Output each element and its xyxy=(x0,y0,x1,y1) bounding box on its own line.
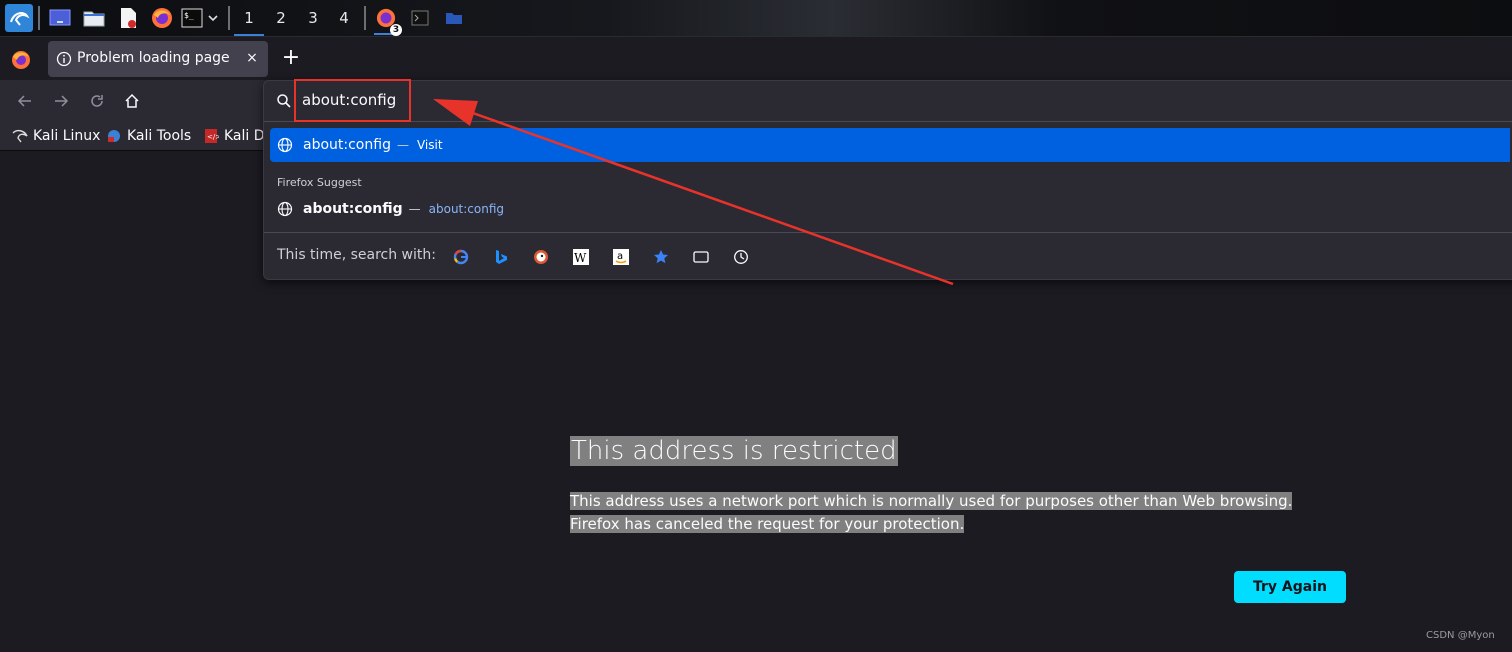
suggestion-action: Visit xyxy=(416,138,443,152)
workspace-1[interactable]: 1 xyxy=(234,0,264,36)
window-count-badge: 3 xyxy=(390,24,402,36)
globe-icon xyxy=(277,201,293,217)
firefox-icon[interactable] xyxy=(150,6,174,30)
bookmark-kali-linux[interactable]: Kali Linux xyxy=(12,126,100,146)
suggestion-separator: — xyxy=(396,138,409,152)
kali-menu-icon[interactable] xyxy=(5,4,33,32)
duckduckgo-icon[interactable] xyxy=(533,249,549,265)
tabs-icon[interactable] xyxy=(693,249,709,265)
error-line-2: Firefox has canceled the request for you… xyxy=(570,515,965,533)
search-icon xyxy=(276,93,292,109)
workspace-2[interactable]: 2 xyxy=(266,0,296,36)
desktop-icon[interactable] xyxy=(48,6,72,30)
bookmark-label: Kali Do xyxy=(224,128,263,144)
taskbar-separator xyxy=(364,6,366,30)
forward-icon[interactable] xyxy=(50,90,72,112)
file-manager-icon[interactable] xyxy=(82,6,106,30)
suggestion-title: about:config xyxy=(303,201,403,217)
firefox-window-icon[interactable]: 3 xyxy=(374,3,402,36)
search-with-label: This time, search with: xyxy=(277,247,436,263)
tab-title: Problem loading page xyxy=(77,50,230,66)
svg-text:$_: $_ xyxy=(184,11,194,20)
svg-text:</>: </> xyxy=(207,133,219,141)
bookmark-label: Kali Tools xyxy=(127,128,192,144)
suggestion-url: about:config xyxy=(428,202,505,216)
watermark: CSDN @Myon⁦ xyxy=(1426,630,1495,641)
taskbar-separator xyxy=(228,6,230,30)
folder-window-icon[interactable] xyxy=(442,6,466,30)
firefox-view-icon[interactable] xyxy=(8,47,34,73)
taskbar-separator xyxy=(38,6,40,30)
terminal-window-icon[interactable] xyxy=(408,6,432,30)
section-label: Firefox Suggest xyxy=(277,176,362,189)
error-description: This address uses a network port which i… xyxy=(570,490,1330,536)
home-icon[interactable] xyxy=(121,90,143,112)
terminal-icon[interactable]: $_ xyxy=(180,6,204,30)
history-icon[interactable] xyxy=(733,249,749,265)
bookmark-label: Kali Linux xyxy=(33,128,101,144)
back-icon[interactable] xyxy=(14,90,36,112)
tab-close-icon[interactable]: × xyxy=(242,48,262,68)
kali-docs-icon: </> xyxy=(205,129,219,143)
bing-icon[interactable] xyxy=(493,249,509,265)
wikipedia-icon[interactable]: W xyxy=(573,249,589,265)
chevron-down-icon[interactable] xyxy=(204,6,222,30)
info-icon xyxy=(56,51,72,67)
google-icon[interactable] xyxy=(453,249,469,265)
workspace-4[interactable]: 4 xyxy=(329,0,359,36)
urlbar xyxy=(264,81,1512,122)
bookmark-kali-docs[interactable]: </> Kali Do xyxy=(203,126,263,146)
svg-text:a: a xyxy=(617,251,623,262)
globe-icon xyxy=(277,137,293,153)
new-tab-button[interactable]: + xyxy=(280,47,302,69)
urlbar-dropdown: about:config — Visit Firefox Suggest abo… xyxy=(263,80,1512,280)
suggestion-visit-row[interactable]: about:config — Visit xyxy=(270,128,1510,162)
bookmark-kali-tools[interactable]: Kali Tools xyxy=(106,126,191,146)
reload-icon[interactable] xyxy=(86,90,108,112)
svg-text:W: W xyxy=(574,251,587,265)
bookmarks-star-icon[interactable] xyxy=(653,249,669,265)
error-title: This address is restricted xyxy=(570,436,898,466)
suggestion-separator: — xyxy=(408,202,421,216)
text-editor-icon[interactable] xyxy=(116,6,140,30)
suggestion-title: about:config xyxy=(303,137,391,153)
amazon-icon[interactable]: a xyxy=(613,249,629,265)
workspace-3[interactable]: 3 xyxy=(298,0,328,36)
annotation-highlight-box xyxy=(294,79,411,122)
try-again-button[interactable]: Try Again xyxy=(1234,571,1346,603)
error-line-1: This address uses a network port which i… xyxy=(570,492,1293,510)
tab-strip: Problem loading page × + xyxy=(0,36,1512,81)
kali-dragon-icon xyxy=(12,129,28,143)
taskbar: $_ 1 2 3 4 3 xyxy=(0,0,1512,36)
divider xyxy=(264,232,1512,233)
suggestion-firefox-suggest-row[interactable]: about:config — about:config xyxy=(270,192,1510,226)
tab-problem-loading[interactable]: Problem loading page × xyxy=(48,41,268,77)
kali-tools-icon xyxy=(108,130,120,142)
